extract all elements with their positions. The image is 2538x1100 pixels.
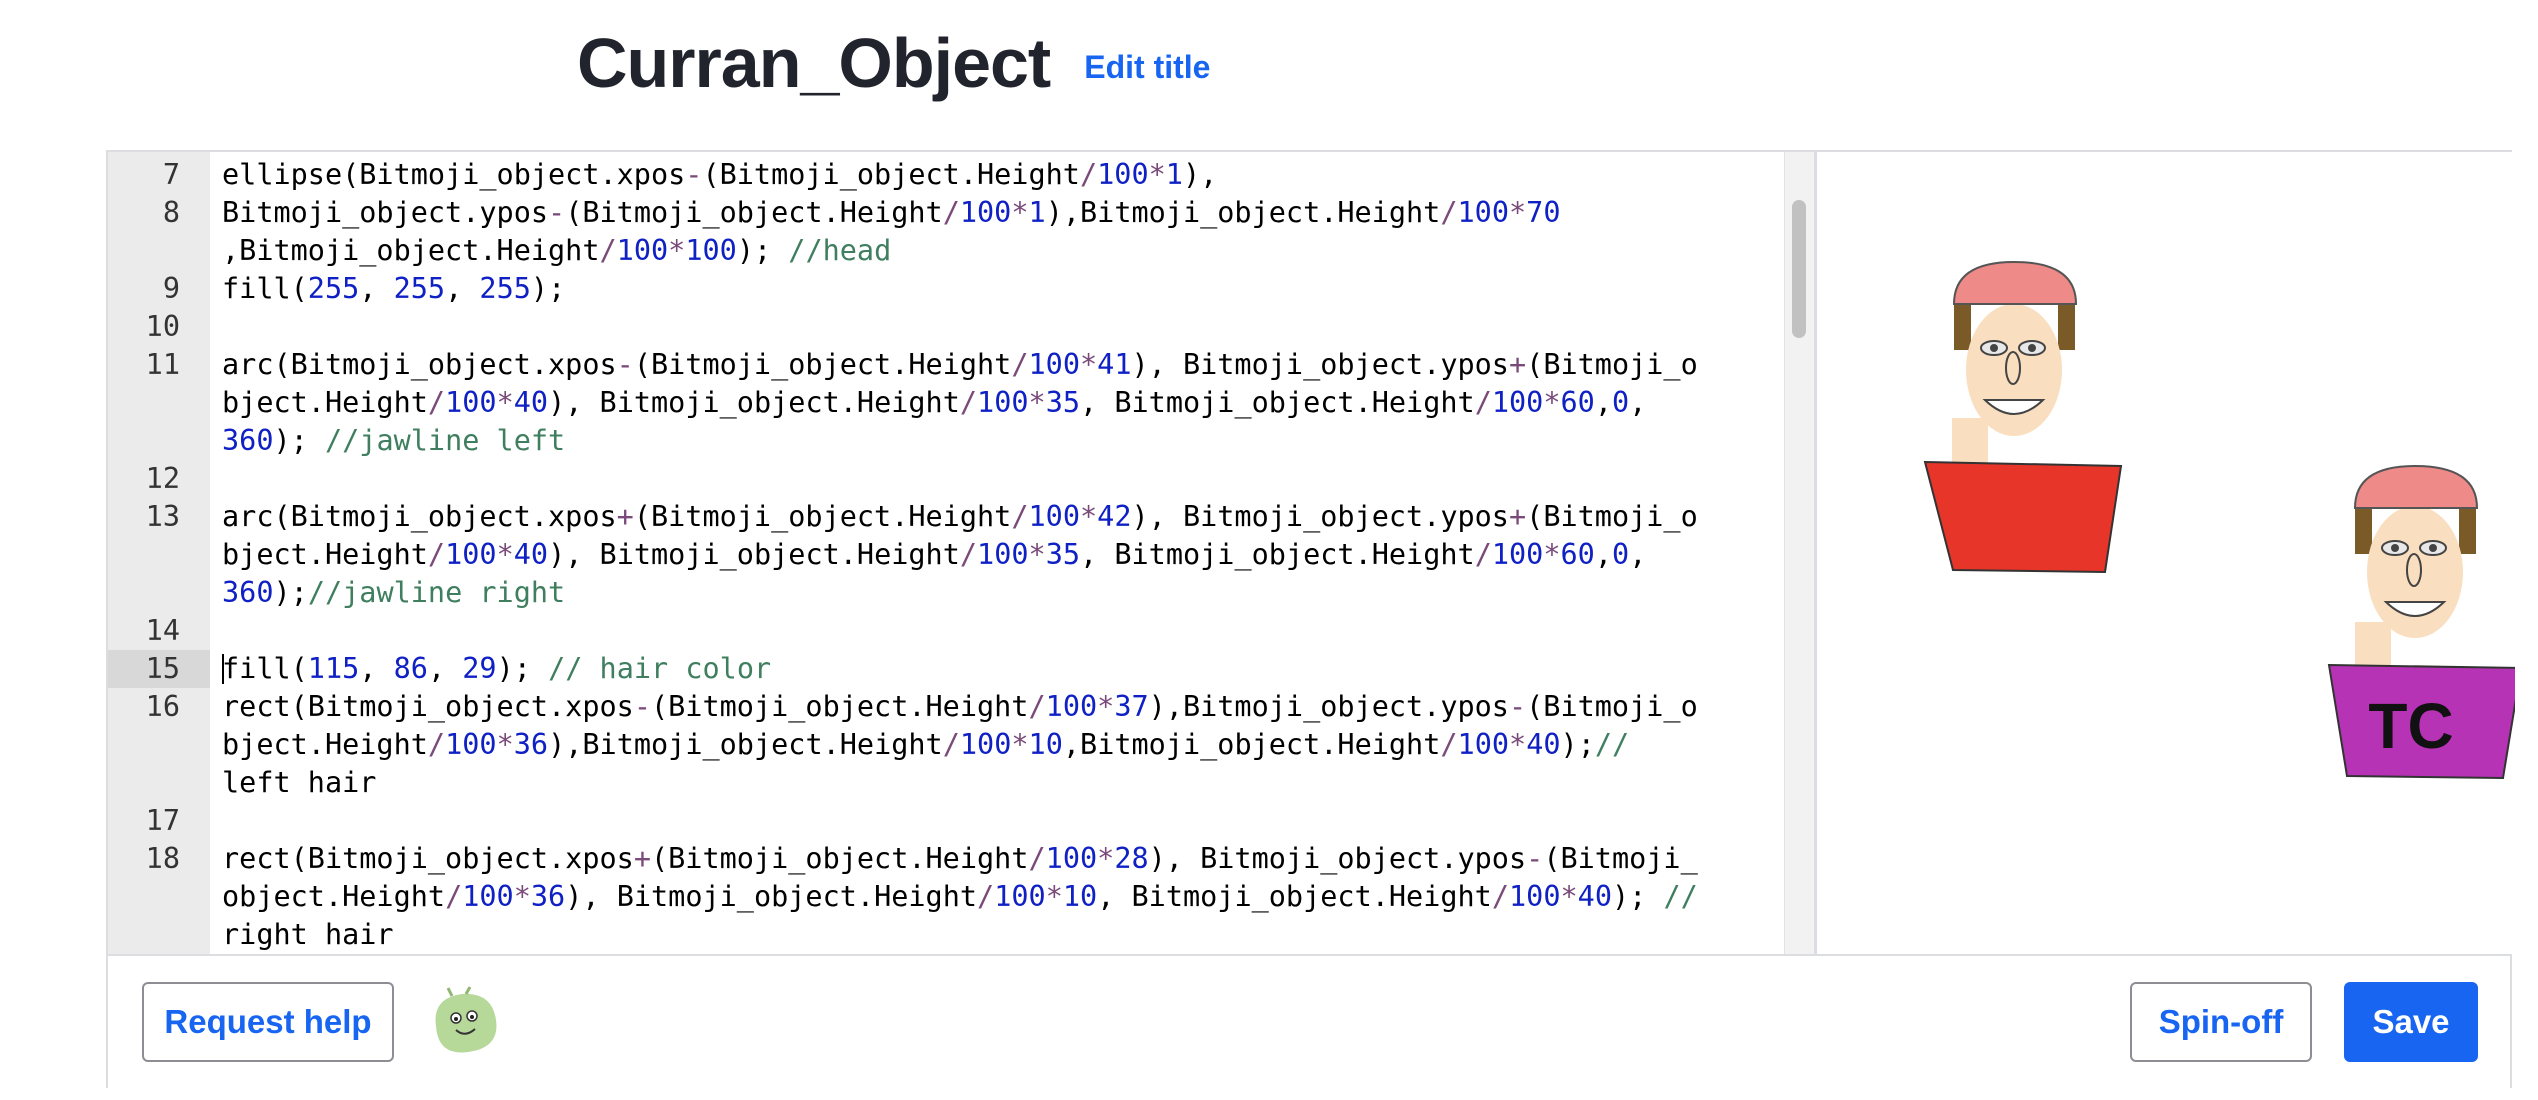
- title-row: Curran_Object Edit title: [577, 18, 1210, 108]
- figure1-pupil-left: [1990, 344, 1998, 352]
- line-number: 17: [145, 804, 180, 837]
- editor-footer: Request help Spin-off Save: [108, 954, 2510, 1088]
- code-text[interactable]: fill(255, 255, 255);: [210, 270, 565, 308]
- code-text[interactable]: bject.Height/100*40), Bitmoji_object.Hei…: [210, 384, 1646, 422]
- line-number: 11: [145, 348, 180, 381]
- code-line-wrap[interactable]: left hair: [108, 764, 1706, 802]
- code-text[interactable]: [210, 612, 222, 650]
- request-help-button[interactable]: Request help: [142, 982, 394, 1062]
- line-number: 16: [145, 690, 180, 723]
- canvas-drawing: TC: [1923, 260, 2523, 780]
- code-text[interactable]: bject.Height/100*36),Bitmoji_object.Heig…: [210, 726, 1629, 764]
- code-line-wrap[interactable]: bject.Height/100*36),Bitmoji_object.Heig…: [108, 726, 1706, 764]
- figure1-head: [1966, 304, 2062, 436]
- code-line[interactable]: 15 fill(115, 86, 29); // hair color: [108, 650, 1706, 688]
- figure1-cap: [1952, 260, 2078, 305]
- code-text[interactable]: right hair: [210, 916, 394, 954]
- figure2-pupil-right: [2429, 544, 2437, 552]
- line-number: [108, 878, 210, 916]
- bitmoji-figure-2: TC: [2327, 464, 2523, 780]
- line-number: [108, 574, 210, 612]
- editor-scrollbar-thumb[interactable]: [1792, 200, 1806, 338]
- code-line-wrap[interactable]: right hair: [108, 916, 1706, 954]
- line-number: [108, 422, 210, 460]
- line-number: 15: [108, 650, 210, 688]
- code-text[interactable]: 360);//jawline right: [210, 574, 565, 612]
- code-line-wrap[interactable]: ,Bitmoji_object.Height/100*100); //head: [108, 232, 1706, 270]
- save-button[interactable]: Save: [2344, 982, 2478, 1062]
- code-text[interactable]: [210, 460, 222, 498]
- figure2-cap: [2353, 464, 2479, 509]
- code-line-wrap[interactable]: 360); //jawline left: [108, 422, 1706, 460]
- code-text[interactable]: fill(115, 86, 29); // hair color: [210, 650, 771, 688]
- code-text[interactable]: rect(Bitmoji_object.xpos-(Bitmoji_object…: [210, 688, 1698, 726]
- figure2-shirt-text: TC: [2368, 690, 2453, 762]
- code-line[interactable]: 8 Bitmoji_object.ypos-(Bitmoji_object.Hei…: [108, 194, 1706, 232]
- spin-off-button[interactable]: Spin-off: [2130, 982, 2312, 1062]
- code-line-wrap[interactable]: bject.Height/100*40), Bitmoji_object.Hei…: [108, 536, 1706, 574]
- code-text[interactable]: left hair: [210, 764, 376, 802]
- code-text[interactable]: Bitmoji_object.ypos-(Bitmoji_object.Heig…: [210, 194, 1561, 232]
- code-text[interactable]: arc(Bitmoji_object.xpos-(Bitmoji_object.…: [210, 346, 1698, 384]
- code-line-wrap[interactable]: bject.Height/100*40), Bitmoji_object.Hei…: [108, 384, 1706, 422]
- code-line[interactable]: 18 rect(Bitmoji_object.xpos+(Bitmoji_obje…: [108, 840, 1706, 878]
- line-number: 18: [145, 842, 180, 875]
- code-line-wrap[interactable]: object.Height/100*36), Bitmoji_object.He…: [108, 878, 1706, 916]
- line-number: [108, 916, 210, 954]
- page-title: Curran_Object: [577, 24, 1051, 102]
- code-line[interactable]: 14: [108, 612, 1706, 650]
- figure2-pupil-left: [2391, 544, 2399, 552]
- code-text[interactable]: object.Height/100*36), Bitmoji_object.He…: [210, 878, 1698, 916]
- figure2-head: [2367, 506, 2463, 638]
- code-text[interactable]: ,Bitmoji_object.Height/100*100); //head: [210, 232, 891, 270]
- code-line[interactable]: 17: [108, 802, 1706, 840]
- code-editor[interactable]: 7 ellipse(Bitmoji_object.xpos-(Bitmoji_ob…: [108, 152, 1706, 954]
- code-text[interactable]: [210, 802, 222, 840]
- line-number: [108, 232, 210, 270]
- line-number: [108, 384, 210, 422]
- code-text[interactable]: [210, 308, 222, 346]
- code-text[interactable]: 360); //jawline left: [210, 422, 565, 460]
- edit-title-link[interactable]: Edit title: [1084, 49, 1210, 86]
- line-number: 8: [162, 196, 180, 229]
- code-area[interactable]: 7 ellipse(Bitmoji_object.xpos-(Bitmoji_ob…: [108, 156, 1706, 954]
- code-text[interactable]: arc(Bitmoji_object.xpos+(Bitmoji_object.…: [210, 498, 1698, 536]
- line-number: [108, 536, 210, 574]
- line-number: 10: [145, 310, 180, 343]
- line-number: 9: [162, 272, 180, 305]
- code-line[interactable]: 16 rect(Bitmoji_object.xpos-(Bitmoji_obje…: [108, 688, 1706, 726]
- code-text[interactable]: ellipse(Bitmoji_object.xpos-(Bitmoji_obj…: [210, 156, 1217, 194]
- figure1-neck: [1952, 418, 1988, 468]
- code-text[interactable]: bject.Height/100*40), Bitmoji_object.Hei…: [210, 536, 1646, 574]
- text-caret: [222, 654, 224, 684]
- code-text[interactable]: rect(Bitmoji_object.xpos+(Bitmoji_object…: [210, 840, 1698, 878]
- code-line[interactable]: 11 arc(Bitmoji_object.xpos-(Bitmoji_objec…: [108, 346, 1706, 384]
- green-blob-avatar-icon[interactable]: [426, 986, 502, 1058]
- code-line[interactable]: 9 fill(255, 255, 255);: [108, 270, 1706, 308]
- code-line[interactable]: 7 ellipse(Bitmoji_object.xpos-(Bitmoji_ob…: [108, 156, 1706, 194]
- line-number: 12: [145, 462, 180, 495]
- line-number: 14: [145, 614, 180, 647]
- bitmoji-figure-1: [1923, 260, 2123, 574]
- line-number: [108, 726, 210, 764]
- line-number: [108, 764, 210, 802]
- workspace: 7 ellipse(Bitmoji_object.xpos-(Bitmoji_ob…: [106, 150, 2523, 1088]
- code-line[interactable]: 12: [108, 460, 1706, 498]
- code-line-wrap[interactable]: 360);//jawline right: [108, 574, 1706, 612]
- code-line[interactable]: 10: [108, 308, 1706, 346]
- line-number: 13: [145, 500, 180, 533]
- figure1-pupil-right: [2028, 344, 2036, 352]
- line-number: 7: [162, 158, 180, 191]
- code-line[interactable]: 13 arc(Bitmoji_object.xpos+(Bitmoji_objec…: [108, 498, 1706, 536]
- figure1-shirt: [1923, 460, 2123, 574]
- output-canvas[interactable]: TC: [1814, 152, 2523, 954]
- figure2-neck: [2355, 622, 2391, 670]
